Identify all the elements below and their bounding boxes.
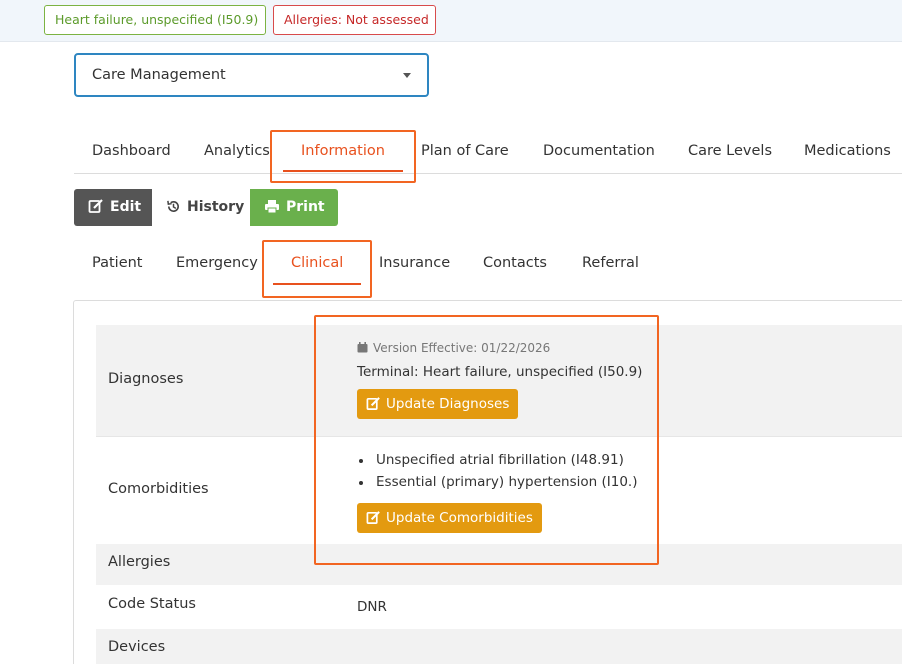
tab-dashboard[interactable]: Dashboard (92, 132, 171, 170)
clinical-tab-highlight (262, 240, 372, 298)
program-select[interactable]: Care Management (74, 53, 429, 97)
main-tab-bar: Dashboard Analytics Information Plan of … (74, 132, 902, 174)
edit-button[interactable]: Edit (74, 189, 152, 226)
alert-bar: Heart failure, unspecified (I50.9) Aller… (0, 0, 902, 42)
history-button-label: History (187, 199, 245, 215)
subtab-emergency[interactable]: Emergency (176, 243, 258, 283)
tab-documentation[interactable]: Documentation (543, 132, 655, 170)
subtab-patient[interactable]: Patient (92, 243, 143, 283)
devices-label: Devices (108, 639, 166, 655)
clinical-content-highlight (314, 315, 659, 565)
subtab-referral[interactable]: Referral (582, 243, 639, 283)
sub-tab-bar: Patient Emergency Clinical Insurance Con… (74, 243, 902, 285)
print-button-label: Print (286, 199, 325, 215)
devices-row: Devices (96, 629, 902, 664)
allergies-alert-badge: Allergies: Not assessed (273, 5, 436, 35)
diagnosis-alert-badge: Heart failure, unspecified (I50.9) (44, 5, 266, 35)
tab-medications[interactable]: Medications (804, 132, 891, 170)
information-tab-highlight (270, 130, 416, 183)
subtab-contacts[interactable]: Contacts (483, 243, 547, 283)
code-status-label: Code Status (108, 596, 196, 612)
comorbidities-label: Comorbidities (108, 481, 209, 497)
print-icon (265, 200, 279, 214)
caret-down-icon (403, 73, 411, 78)
code-status-value: DNR (357, 599, 387, 615)
program-select-value: Care Management (92, 67, 226, 83)
tab-care-levels[interactable]: Care Levels (688, 132, 772, 170)
diagnoses-label: Diagnoses (108, 371, 184, 387)
print-button[interactable]: Print (250, 189, 338, 226)
allergies-label: Allergies (108, 554, 171, 570)
subtab-insurance[interactable]: Insurance (379, 243, 450, 283)
history-button[interactable]: History (152, 189, 250, 226)
history-icon (167, 200, 179, 212)
code-status-row: Code Status DNR (96, 585, 902, 629)
edit-button-label: Edit (110, 199, 142, 215)
edit-icon (88, 199, 103, 213)
tab-analytics[interactable]: Analytics (204, 132, 270, 170)
tab-plan-of-care[interactable]: Plan of Care (421, 132, 509, 170)
